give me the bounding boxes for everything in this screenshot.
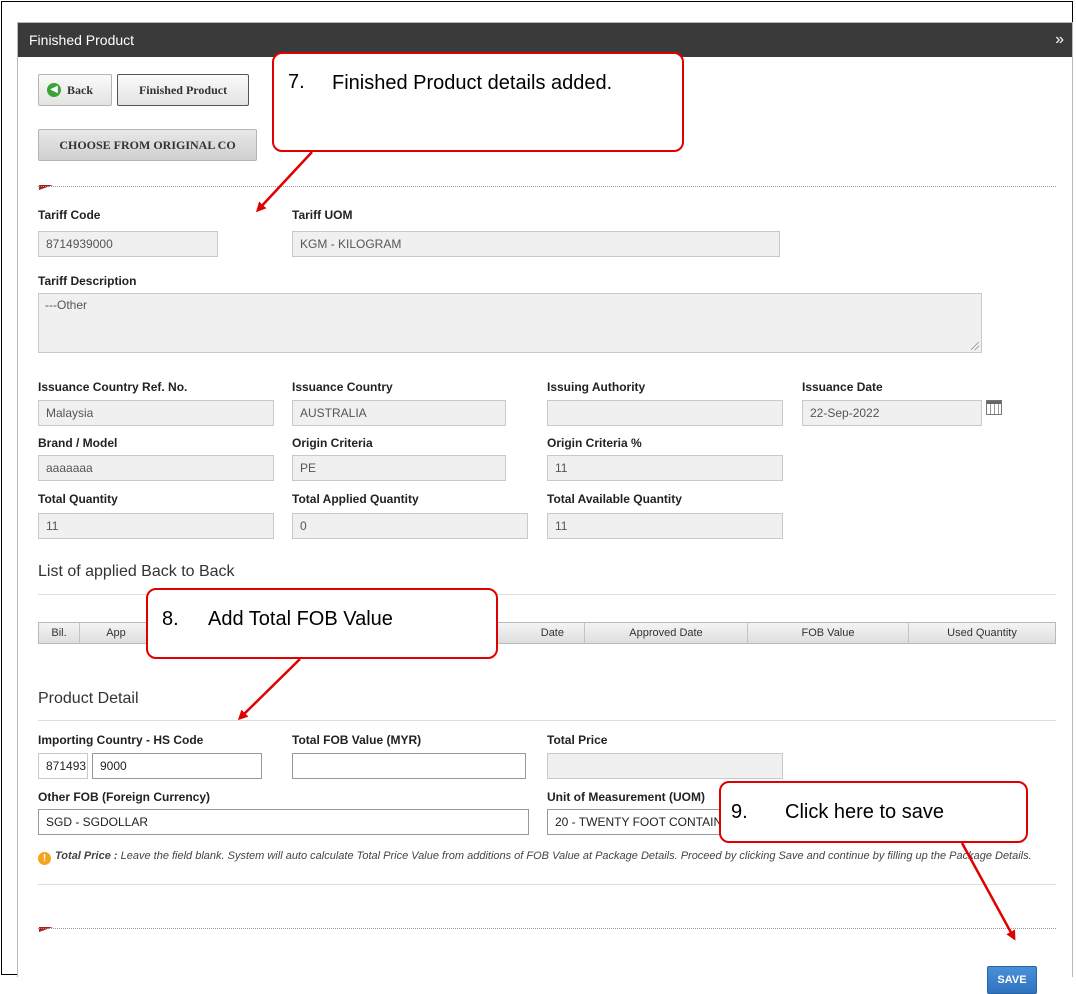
arrow-step-9: [960, 842, 1016, 941]
callout-arrows: [237, 151, 1016, 941]
arrow-step-8: [237, 658, 301, 721]
arrow-step-7: [255, 151, 313, 213]
